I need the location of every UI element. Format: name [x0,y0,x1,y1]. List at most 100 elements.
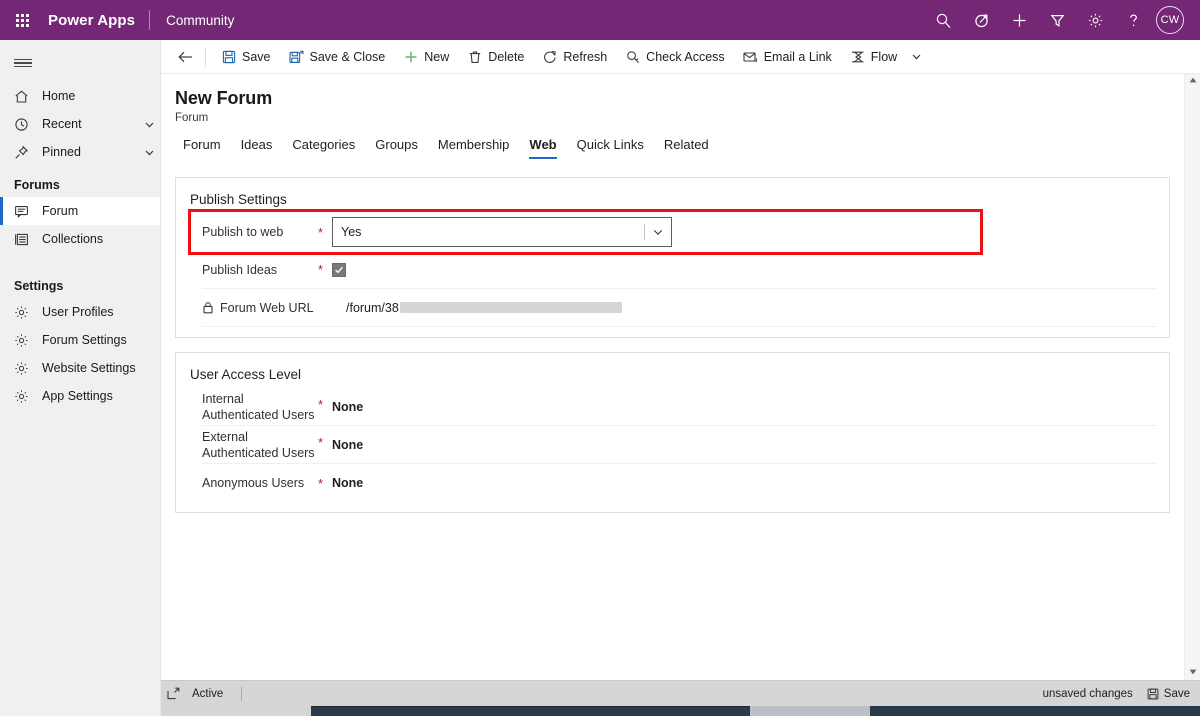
plus-icon[interactable] [1000,0,1038,40]
forum-web-url-value: /forum/38 [346,301,622,315]
command-bar: Save Save & Close New Delete Refresh Che… [161,40,1200,74]
anonymous-users-value-wrap: None [332,476,1157,490]
publish-to-web-selected: Yes [341,225,362,239]
sidebar-item-collections[interactable]: Collections [0,225,160,253]
forum-web-url-label-group: Forum Web URL [202,300,332,316]
more-commands-chevron-icon[interactable] [906,41,926,73]
delete-label: Delete [488,49,525,64]
brand-title[interactable]: Power Apps [44,12,149,29]
flow-label: Flow [870,49,898,64]
tab-web[interactable]: Web [519,137,566,159]
content-wrapper: New Forum Forum Forum Ideas Categories G… [161,74,1200,680]
refresh-label: Refresh [563,49,608,64]
anonymous-users-label: Anonymous Users [202,476,305,490]
refresh-button[interactable]: Refresh [533,41,616,73]
sidebar-group-settings: Settings [14,279,64,293]
chevron-down-icon[interactable] [138,119,160,130]
sidebar-item-forum-settings[interactable]: Forum Settings [0,326,160,354]
publish-ideas-checkbox[interactable] [332,262,346,277]
required-indicator: * [318,475,324,491]
gear-icon [14,332,34,348]
sidebar-item-home[interactable]: Home [0,82,160,110]
save-and-close-button[interactable]: Save & Close [280,41,395,73]
label-line-2: Authenticated Users [202,445,315,460]
publish-to-web-value: Yes [332,217,1157,247]
vertical-scrollbar[interactable] [1184,74,1200,680]
rail-right-segment[interactable] [870,706,1200,716]
app-launcher-icon[interactable] [0,13,44,27]
publish-ideas-row: Publish Ideas * [202,251,1157,289]
external-authenticated-users-label: External Authenticated Users [202,429,318,461]
sidebar-item-label: Website Settings [42,361,136,375]
expand-icon[interactable] [167,687,180,700]
external-authenticated-users-value[interactable]: None [332,438,363,452]
app-root: Power Apps Community CW Home Recent Pinn… [0,0,1200,716]
scroll-down-arrow-icon[interactable] [1189,669,1197,677]
sidebar-item-app-settings[interactable]: App Settings [0,382,160,410]
save-and-close-label: Save & Close [309,49,386,64]
save-icon [1147,688,1159,700]
help-icon[interactable] [1114,0,1152,40]
record-header: New Forum Forum [161,74,1184,124]
tab-forum[interactable]: Forum [173,137,231,159]
tab-related[interactable]: Related [654,137,719,159]
sidebar-item-pinned[interactable]: Pinned [0,138,160,166]
publish-to-web-label: Publish to web [202,225,284,239]
anonymous-users-value[interactable]: None [332,476,363,490]
publish-settings-title: Publish Settings [190,192,287,207]
email-a-link-button[interactable]: Email a Link [734,41,841,73]
tab-quick-links[interactable]: Quick Links [567,137,654,159]
forum-web-url-label: Forum Web URL [220,300,314,315]
new-button[interactable]: New [394,41,458,73]
tab-ideas[interactable]: Ideas [231,137,283,159]
chevron-down-icon[interactable] [138,147,160,158]
back-arrow-icon[interactable] [169,41,203,73]
sidebar-item-user-profiles[interactable]: User Profiles [0,298,160,326]
internal-authenticated-users-value[interactable]: None [332,400,363,414]
footer-right-group: unsaved changes Save [1043,688,1200,700]
sidebar-item-recent[interactable]: Recent [0,110,160,138]
publish-to-web-dropdown[interactable]: Yes [332,217,672,247]
sidebar-item-label: Forum [42,204,79,218]
search-icon[interactable] [924,0,962,40]
required-indicator: * [318,435,324,450]
gear-icon[interactable] [1076,0,1114,40]
avatar[interactable]: CW [1156,6,1184,34]
tab-membership[interactable]: Membership [428,137,520,159]
scroll-up-arrow-icon[interactable] [1189,77,1197,85]
main-area: Save Save & Close New Delete Refresh Che… [161,40,1200,716]
rail-thumb-segment[interactable] [750,706,870,716]
horizontal-scrollbar[interactable] [311,706,750,716]
top-navigation-bar: Power Apps Community CW [0,0,1200,40]
forum-web-url-row: Forum Web URL /forum/38 [202,289,1157,327]
assistant-icon[interactable] [962,0,1000,40]
new-label: New [424,49,450,64]
trash-icon [467,50,482,64]
save-button[interactable]: Save [212,41,280,73]
delete-button[interactable]: Delete [458,41,533,73]
internal-authenticated-users-label: Internal Authenticated Users [202,391,318,423]
check-access-label: Check Access [646,49,725,64]
collections-icon [14,231,34,247]
footer-save-button[interactable]: Save [1147,688,1190,700]
tab-categories[interactable]: Categories [282,137,365,159]
sidebar-item-label: User Profiles [42,305,114,319]
app-name[interactable]: Community [150,13,234,28]
forum-web-url-value-wrap: /forum/38 [346,301,1157,315]
internal-authenticated-users-value-wrap: None [332,400,1157,414]
sidebar-item-website-settings[interactable]: Website Settings [0,354,160,382]
sidebar-group-forums: Forums [14,178,60,192]
filter-icon[interactable] [1038,0,1076,40]
chevron-down-icon[interactable] [645,226,671,238]
key-icon [625,50,640,64]
sidebar-item-forum[interactable]: Forum [0,197,160,225]
sidebar-item-label: App Settings [42,389,113,403]
tab-groups[interactable]: Groups [365,137,428,159]
hamburger-icon[interactable] [0,44,160,82]
user-access-level-section: User Access Level Internal Authenticated… [175,352,1170,513]
check-access-button[interactable]: Check Access [616,41,734,73]
sidebar: Home Recent Pinned Forums Forum Collecti… [0,40,161,716]
flow-button[interactable]: Flow [841,41,906,73]
command-divider [205,46,206,67]
